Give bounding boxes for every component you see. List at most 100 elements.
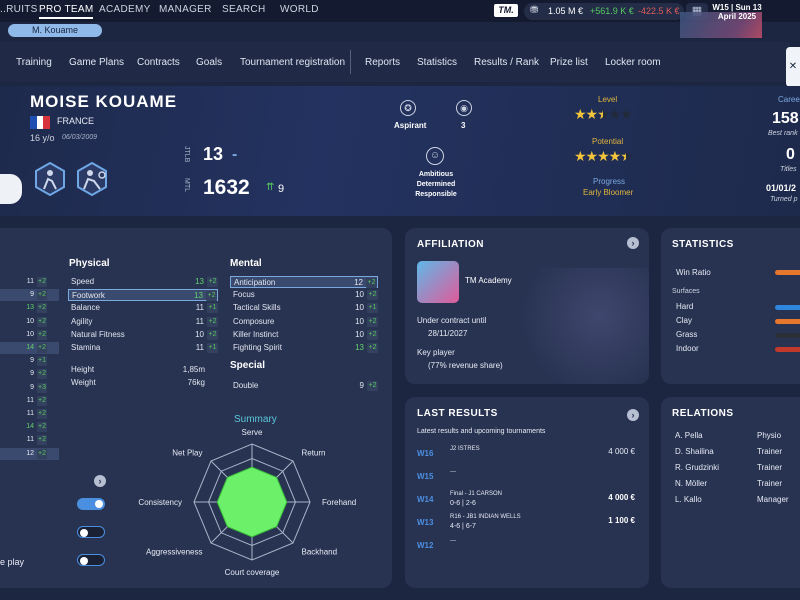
- result-row[interactable]: W14 Final - J1 CARSON 0-6 | 2-6 4 000 €: [417, 491, 635, 511]
- attribute-row[interactable]: Agility 11 +2: [68, 316, 218, 328]
- mtl-up-icon: ⇈: [266, 182, 275, 193]
- attribute-value: 9: [30, 370, 34, 378]
- tab-prize-list[interactable]: Prize list: [550, 57, 588, 68]
- attribute-value: 14: [26, 423, 34, 431]
- result-row[interactable]: W12 ---: [417, 537, 635, 557]
- player-tab[interactable]: M. Kouame: [8, 24, 102, 37]
- player-status: Aspirant: [394, 121, 427, 130]
- summary-radar-chart: Serve Return Forehand Backhand Court coverag…: [138, 428, 356, 577]
- affiliation-more-button[interactable]: ›: [627, 237, 639, 249]
- attribute-row[interactable]: Natural Fitness 10 +2: [68, 329, 218, 341]
- attribute-row[interactable]: Tactical Skills 10 +1: [230, 302, 378, 314]
- attribute-row[interactable]: Speed 13 +2: [68, 276, 218, 288]
- tab-locker-room[interactable]: Locker room: [605, 57, 661, 68]
- attribute-value: 10: [195, 329, 204, 339]
- nav-world[interactable]: WORLD: [280, 4, 319, 15]
- attribute-value: 9: [30, 383, 34, 391]
- attribute-row[interactable]: 12 +2: [0, 447, 59, 460]
- tab-reports[interactable]: Reports: [365, 57, 400, 68]
- attribute-value: 11: [195, 316, 204, 326]
- result-row[interactable]: W15 ---: [417, 468, 635, 488]
- nav-search[interactable]: SEARCH: [222, 4, 265, 15]
- attribute-row[interactable]: 11 +2: [0, 434, 59, 446]
- tab-training[interactable]: Training: [16, 57, 52, 68]
- relations-title: RELATIONS: [672, 408, 734, 419]
- nav-academy[interactable]: ACADEMY: [99, 4, 151, 15]
- attribute-row[interactable]: 9 +2: [0, 368, 59, 380]
- attribute-row[interactable]: 9 +3: [0, 382, 59, 394]
- month-year: April 2025: [717, 12, 757, 21]
- player-subnav: Training Game Plans Contracts Goals Tour…: [0, 42, 790, 82]
- relation-row[interactable]: N. Möller Trainer: [661, 479, 800, 491]
- result-row[interactable]: W13 R16 - JB1 INDIAN WELLS 4-6 | 6-7 1 100 …: [417, 514, 635, 534]
- tennis-player-image: [515, 268, 649, 384]
- attribute-row[interactable]: 11 +2: [0, 408, 59, 420]
- height-row: Height 1,85m: [71, 364, 205, 376]
- attribute-progress: +2: [37, 290, 47, 301]
- toggle-switch[interactable]: [77, 526, 105, 538]
- attribute-row[interactable]: Double 9 +2: [230, 380, 378, 392]
- nav-pro-team[interactable]: PRO TEAM: [39, 4, 94, 19]
- attribute-row[interactable]: Fighting Spirit 13 +2: [230, 342, 378, 354]
- results-more-button[interactable]: ›: [627, 409, 639, 421]
- surface-label: Indoor: [676, 344, 699, 353]
- tab-results-rank[interactable]: Results / Rank: [474, 57, 539, 68]
- relation-name: A. Pella: [675, 431, 703, 440]
- attribute-row[interactable]: 9 +1: [0, 355, 59, 367]
- attribute-row[interactable]: Stamina 11 +1: [68, 342, 218, 354]
- radar-axis-label: Backhand: [301, 547, 337, 556]
- relation-row[interactable]: R. Grudzinki Trainer: [661, 463, 800, 475]
- radar-axis-label: Court coverage: [225, 568, 280, 577]
- tab-contracts[interactable]: Contracts: [137, 57, 180, 68]
- turned-pro-label: Turned p: [770, 196, 798, 203]
- attribute-row[interactable]: 14 +2: [0, 342, 59, 354]
- result-week: W15: [417, 472, 434, 481]
- height-label: Height: [71, 365, 95, 374]
- jtlb-value: 13: [203, 144, 224, 164]
- tab-tournament-registration[interactable]: Tournament registration: [240, 57, 345, 68]
- attribute-row[interactable]: 13 +2: [0, 302, 59, 314]
- attribute-row[interactable]: 14 +2: [0, 421, 59, 433]
- academy-name[interactable]: TM Academy: [465, 276, 512, 285]
- loss-value: -422.5 K €: [638, 6, 680, 16]
- attribute-row[interactable]: Killer Instinct 10 +2: [230, 329, 378, 341]
- tab-goals[interactable]: Goals: [196, 57, 222, 68]
- level-stars: ★★★★★: [574, 106, 633, 123]
- attribute-row[interactable]: Anticipation 12 +2: [230, 276, 378, 288]
- attribute-row[interactable]: 10 +2: [0, 329, 59, 341]
- last-results-subtitle: Latest results and upcoming tournaments: [417, 428, 546, 435]
- attribute-progress: +2: [207, 329, 218, 340]
- attribute-row[interactable]: 11 +2: [0, 395, 59, 407]
- attribute-value: 13: [26, 304, 34, 312]
- expand-button[interactable]: ›: [94, 475, 106, 487]
- result-row[interactable]: W16 J2 ISTRES 4 000 €: [417, 445, 635, 465]
- affiliation-panel: AFFILIATION › TM Academy Under contract …: [405, 228, 649, 384]
- attribute-row[interactable]: Focus 10 +2: [230, 289, 378, 301]
- attribute-row[interactable]: 11 +2: [0, 276, 59, 288]
- finance-summary[interactable]: ⛃ 1.05 M € +561.9 K € -422.5 K €: [524, 3, 684, 20]
- player-header: MOISE KOUAME FRANCE 16 y/o 06/03/2009 JT…: [0, 86, 800, 216]
- nav-recruits[interactable]: ..RUITS: [0, 4, 38, 15]
- close-panel-button[interactable]: ✕: [786, 47, 800, 87]
- attribute-row[interactable]: Balance 11 +1: [68, 302, 218, 314]
- attribute-progress: +2: [367, 329, 378, 340]
- affiliation-title: AFFILIATION: [417, 239, 484, 250]
- relation-row[interactable]: A. Pella Physio: [661, 431, 800, 443]
- relation-row[interactable]: D. Shailina Trainer: [661, 447, 800, 459]
- relation-role: Trainer: [757, 447, 783, 456]
- attribute-row[interactable]: 9 +2: [0, 289, 59, 302]
- toggle-switch[interactable]: [77, 498, 105, 510]
- academy-logo[interactable]: [417, 261, 459, 303]
- tab-game-plans[interactable]: Game Plans: [69, 57, 124, 68]
- attribute-row[interactable]: 10 +2: [0, 316, 59, 328]
- attributes-panel: 11 +2 9 +2 13 +2 10 +2 10 +2 14 +2 9 +1 9 +2 9 +3 11 +2 11 +2…: [0, 228, 392, 588]
- balance-value: 1.05 M €: [548, 6, 584, 16]
- nav-manager[interactable]: MANAGER: [159, 4, 212, 15]
- attribute-row[interactable]: Footwork 13 +2: [68, 289, 218, 302]
- toggle-switch[interactable]: [77, 554, 105, 566]
- attribute-row[interactable]: Composure 10 +2: [230, 316, 378, 328]
- tab-statistics[interactable]: Statistics: [417, 57, 457, 68]
- relation-row[interactable]: L. Kallo Manager: [661, 495, 800, 507]
- attribute-value: 10: [355, 316, 364, 326]
- attribute-progress: +2: [37, 343, 47, 353]
